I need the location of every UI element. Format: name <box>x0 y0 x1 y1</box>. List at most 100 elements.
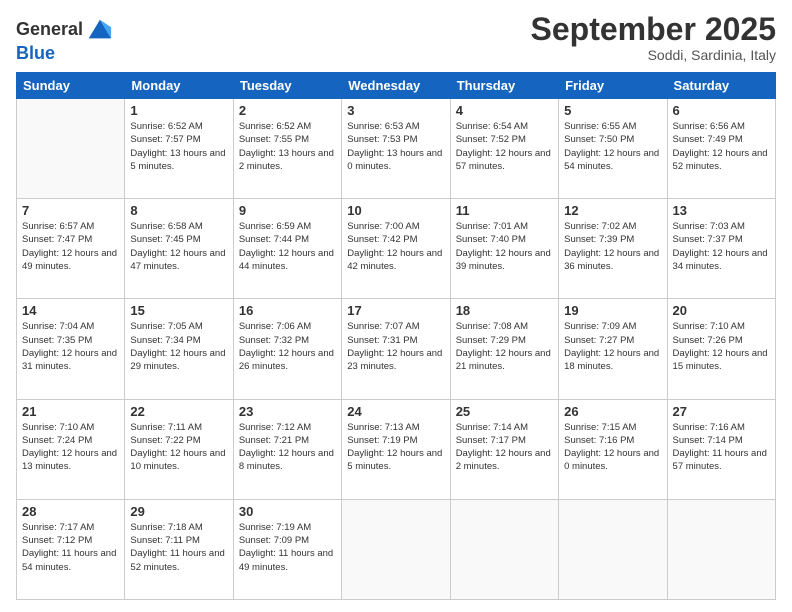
sunrise-text: Sunrise: 7:07 AM <box>347 320 444 333</box>
daylight-text: Daylight: 12 hours and 15 minutes. <box>673 347 770 374</box>
daylight-text: Daylight: 12 hours and 26 minutes. <box>239 347 336 374</box>
sunset-text: Sunset: 7:35 PM <box>22 334 119 347</box>
day-number: 17 <box>347 303 444 318</box>
day-number: 28 <box>22 504 119 519</box>
daylight-text: Daylight: 11 hours and 57 minutes. <box>673 447 770 474</box>
calendar-cell-2-6: 20Sunrise: 7:10 AMSunset: 7:26 PMDayligh… <box>667 299 775 399</box>
sunset-text: Sunset: 7:27 PM <box>564 334 661 347</box>
sunset-text: Sunset: 7:50 PM <box>564 133 661 146</box>
day-info: Sunrise: 6:54 AMSunset: 7:52 PMDaylight:… <box>456 120 553 173</box>
day-number: 29 <box>130 504 227 519</box>
logo-text-blue: Blue <box>16 43 55 63</box>
calendar-cell-0-0 <box>17 99 125 199</box>
day-number: 26 <box>564 404 661 419</box>
day-info: Sunrise: 6:59 AMSunset: 7:44 PMDaylight:… <box>239 220 336 273</box>
day-number: 16 <box>239 303 336 318</box>
daylight-text: Daylight: 12 hours and 2 minutes. <box>456 447 553 474</box>
header: General Blue September 2025 Soddi, Sardi… <box>16 12 776 64</box>
logo-icon <box>85 16 113 44</box>
sunrise-text: Sunrise: 6:54 AM <box>456 120 553 133</box>
calendar-cell-1-0: 7Sunrise: 6:57 AMSunset: 7:47 PMDaylight… <box>17 199 125 299</box>
day-number: 25 <box>456 404 553 419</box>
calendar-cell-1-2: 9Sunrise: 6:59 AMSunset: 7:44 PMDaylight… <box>233 199 341 299</box>
sunset-text: Sunset: 7:45 PM <box>130 233 227 246</box>
sunrise-text: Sunrise: 7:11 AM <box>130 421 227 434</box>
sunrise-text: Sunrise: 7:10 AM <box>673 320 770 333</box>
sunrise-text: Sunrise: 6:52 AM <box>130 120 227 133</box>
calendar-cell-0-5: 5 Sunrise: 6:55 AMSunset: 7:50 PMDaylight… <box>559 99 667 199</box>
day-number: 20 <box>673 303 770 318</box>
day-info: Sunrise: 7:18 AMSunset: 7:11 PMDaylight:… <box>130 521 227 574</box>
daylight-text: Daylight: 12 hours and 42 minutes. <box>347 247 444 274</box>
day-info: Sunrise: 6:52 AMSunset: 7:57 PMDaylight:… <box>130 120 227 173</box>
col-wednesday: Wednesday <box>342 73 450 99</box>
day-info: Sunrise: 7:00 AMSunset: 7:42 PMDaylight:… <box>347 220 444 273</box>
calendar-cell-1-6: 13Sunrise: 7:03 AMSunset: 7:37 PMDayligh… <box>667 199 775 299</box>
sunset-text: Sunset: 7:12 PM <box>22 534 119 547</box>
day-number: 19 <box>564 303 661 318</box>
calendar-cell-0-2: 2Sunrise: 6:52 AMSunset: 7:55 PMDaylight… <box>233 99 341 199</box>
day-number: 11 <box>456 203 553 218</box>
day-info: Sunrise: 6:58 AMSunset: 7:45 PMDaylight:… <box>130 220 227 273</box>
sunset-text: Sunset: 7:31 PM <box>347 334 444 347</box>
calendar-cell-3-1: 22Sunrise: 7:11 AMSunset: 7:22 PMDayligh… <box>125 399 233 499</box>
sunrise-text: Sunrise: 6:53 AM <box>347 120 444 133</box>
sunset-text: Sunset: 7:34 PM <box>130 334 227 347</box>
month-title: September 2025 <box>531 12 776 47</box>
day-info: Sunrise: 7:10 AMSunset: 7:24 PMDaylight:… <box>22 421 119 474</box>
day-number: 12 <box>564 203 661 218</box>
day-info: Sunrise: 7:09 AMSunset: 7:27 PMDaylight:… <box>564 320 661 373</box>
sunset-text: Sunset: 7:17 PM <box>456 434 553 447</box>
daylight-text: Daylight: 12 hours and 23 minutes. <box>347 347 444 374</box>
calendar-cell-4-3 <box>342 499 450 599</box>
sunrise-text: Sunrise: 7:09 AM <box>564 320 661 333</box>
daylight-text: Daylight: 12 hours and 49 minutes. <box>22 247 119 274</box>
sunrise-text: Sunrise: 6:56 AM <box>673 120 770 133</box>
day-number: 5 <box>564 103 661 118</box>
sunset-text: Sunset: 7:42 PM <box>347 233 444 246</box>
day-number: 10 <box>347 203 444 218</box>
daylight-text: Daylight: 12 hours and 36 minutes. <box>564 247 661 274</box>
day-info: Sunrise: 7:17 AMSunset: 7:12 PMDaylight:… <box>22 521 119 574</box>
calendar-header-row: Sunday Monday Tuesday Wednesday Thursday… <box>17 73 776 99</box>
day-info: Sunrise: 6:52 AMSunset: 7:55 PMDaylight:… <box>239 120 336 173</box>
day-info: Sunrise: 6:56 AMSunset: 7:49 PMDaylight:… <box>673 120 770 173</box>
sunset-text: Sunset: 7:55 PM <box>239 133 336 146</box>
col-monday: Monday <box>125 73 233 99</box>
col-friday: Friday <box>559 73 667 99</box>
calendar-cell-4-5 <box>559 499 667 599</box>
daylight-text: Daylight: 13 hours and 5 minutes. <box>130 147 227 174</box>
day-info: Sunrise: 7:15 AMSunset: 7:16 PMDaylight:… <box>564 421 661 474</box>
sunset-text: Sunset: 7:22 PM <box>130 434 227 447</box>
calendar-cell-1-5: 12Sunrise: 7:02 AMSunset: 7:39 PMDayligh… <box>559 199 667 299</box>
day-info: Sunrise: 6:55 AMSunset: 7:50 PMDaylight:… <box>564 120 661 173</box>
day-number: 18 <box>456 303 553 318</box>
daylight-text: Daylight: 12 hours and 31 minutes. <box>22 347 119 374</box>
location: Soddi, Sardinia, Italy <box>531 47 776 63</box>
daylight-text: Daylight: 12 hours and 8 minutes. <box>239 447 336 474</box>
day-number: 24 <box>347 404 444 419</box>
day-number: 7 <box>22 203 119 218</box>
sunrise-text: Sunrise: 6:52 AM <box>239 120 336 133</box>
sunrise-text: Sunrise: 7:04 AM <box>22 320 119 333</box>
calendar-cell-4-2: 30Sunrise: 7:19 AMSunset: 7:09 PMDayligh… <box>233 499 341 599</box>
sunrise-text: Sunrise: 7:03 AM <box>673 220 770 233</box>
sunset-text: Sunset: 7:53 PM <box>347 133 444 146</box>
daylight-text: Daylight: 12 hours and 34 minutes. <box>673 247 770 274</box>
sunset-text: Sunset: 7:44 PM <box>239 233 336 246</box>
col-tuesday: Tuesday <box>233 73 341 99</box>
daylight-text: Daylight: 12 hours and 18 minutes. <box>564 347 661 374</box>
title-block: September 2025 Soddi, Sardinia, Italy <box>531 12 776 63</box>
calendar-week-4: 28 Sunrise: 7:17 AMSunset: 7:12 PMDayligh… <box>17 499 776 599</box>
sunset-text: Sunset: 7:57 PM <box>130 133 227 146</box>
sunrise-text: Sunrise: 6:55 AM <box>564 120 661 133</box>
calendar-cell-2-3: 17 Sunrise: 7:07 AMSunset: 7:31 PMDayligh… <box>342 299 450 399</box>
daylight-text: Daylight: 12 hours and 52 minutes. <box>673 147 770 174</box>
calendar-cell-4-4 <box>450 499 558 599</box>
calendar-week-3: 21Sunrise: 7:10 AMSunset: 7:24 PMDayligh… <box>17 399 776 499</box>
logo-text-general: General <box>16 20 83 40</box>
day-number: 8 <box>130 203 227 218</box>
calendar-cell-2-0: 14Sunrise: 7:04 AMSunset: 7:35 PMDayligh… <box>17 299 125 399</box>
sunrise-text: Sunrise: 7:17 AM <box>22 521 119 534</box>
day-number: 4 <box>456 103 553 118</box>
